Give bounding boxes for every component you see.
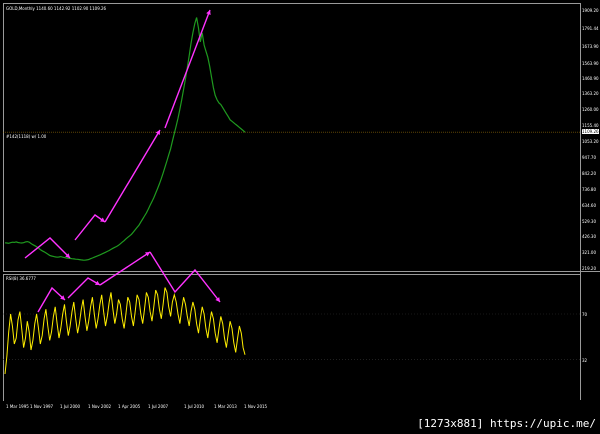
price-tick-label: 426.30 bbox=[582, 234, 596, 240]
price-tick-label: 1260.00 bbox=[582, 107, 599, 113]
rsi-line bbox=[4, 287, 246, 375]
trend-arrow bbox=[164, 9, 211, 129]
chart-canvas bbox=[3, 9, 580, 375]
time-tick-label: 1 Apr 2005 bbox=[118, 404, 141, 409]
price-tick-label: 1155.40 bbox=[582, 123, 599, 129]
price-tick-label: 1563.90 bbox=[582, 60, 599, 66]
time-tick-label: 1 Jul 2000 bbox=[60, 404, 81, 409]
price-tick-label: 1909.20 bbox=[582, 8, 599, 13]
time-tick-label: 1 Mar 1995 bbox=[6, 404, 29, 409]
trend-arrow bbox=[99, 251, 151, 286]
trend-arrow bbox=[37, 286, 66, 313]
time-tick-label: 1 Jul 2010 bbox=[184, 404, 205, 409]
rsi-tick-label: 70 bbox=[582, 312, 588, 317]
trend-arrow bbox=[104, 129, 161, 223]
price-tick-label: 947.70 bbox=[582, 154, 596, 160]
time-tick-label: 1 Nov 2015 bbox=[244, 404, 268, 409]
trend-arrow bbox=[74, 214, 106, 241]
price-tick-label: 321.00 bbox=[582, 250, 596, 256]
price-line bbox=[4, 17, 246, 261]
price-tick-label: 1673.90 bbox=[582, 43, 599, 49]
price-tick-label: 1363.20 bbox=[582, 91, 599, 97]
price-tick-label: 1053.20 bbox=[582, 138, 599, 144]
time-tick-label: 1 Jul 2007 bbox=[148, 404, 169, 409]
time-tick-label: 1 Nov 1997 bbox=[30, 404, 54, 409]
current-price-tag: 1109.26 bbox=[582, 129, 599, 135]
price-tick-label: 1460.90 bbox=[582, 76, 599, 82]
price-tick-label: 219.20 bbox=[582, 266, 596, 271]
watermark: [1273x881] https://upic.me/ bbox=[417, 417, 596, 430]
price-tick-label: 1791.44 bbox=[582, 25, 599, 31]
trend-arrow bbox=[24, 237, 71, 259]
price-tick-label: 736.80 bbox=[582, 186, 596, 192]
trend-arrow bbox=[149, 251, 221, 303]
time-tick-label: 1 Nov 2002 bbox=[88, 404, 112, 409]
time-tick-label: 1 Mar 2013 bbox=[214, 404, 237, 409]
rsi-tick-label: 32 bbox=[582, 357, 588, 363]
price-tick-label: 529.30 bbox=[582, 218, 596, 224]
trend-arrow bbox=[67, 277, 101, 299]
price-tick-label: 634.60 bbox=[582, 202, 596, 208]
price-tick-label: 842.20 bbox=[582, 170, 596, 176]
